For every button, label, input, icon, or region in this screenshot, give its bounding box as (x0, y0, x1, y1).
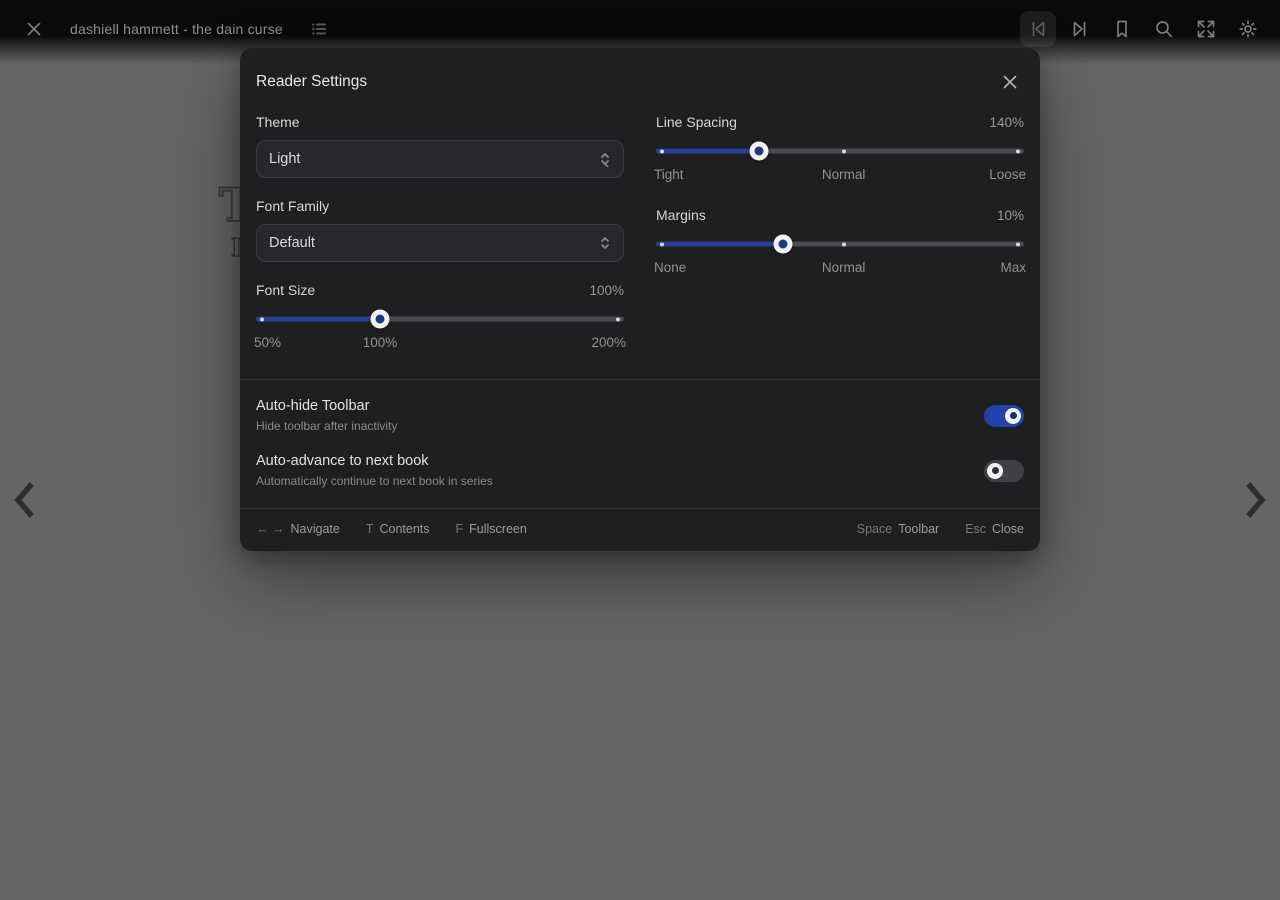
modal-close-button[interactable] (996, 68, 1024, 96)
slider-fill (656, 242, 783, 247)
slider-dot (660, 149, 664, 153)
font-size-tick-min: 50% (254, 335, 281, 350)
font-family-select[interactable]: Default (256, 224, 624, 262)
font-size-tick-mid: 100% (363, 335, 398, 350)
margins-tick-max: Max (1000, 260, 1026, 275)
chevron-right-icon (1245, 482, 1267, 518)
slider-dot (842, 149, 846, 153)
slider-dot (1016, 242, 1020, 246)
hint-key: F (456, 522, 464, 536)
skip-previous-icon (1027, 18, 1049, 40)
bookmark-button[interactable] (1104, 11, 1140, 47)
auto-advance-switch[interactable] (984, 460, 1024, 482)
slider-dot (260, 317, 264, 321)
margins-tick-min: None (654, 260, 686, 275)
search-button[interactable] (1146, 11, 1182, 47)
hint-close: Esc Close (965, 522, 1024, 536)
select-chevrons-icon (599, 235, 611, 251)
previous-book-button[interactable] (1020, 11, 1056, 47)
close-icon (1002, 74, 1018, 90)
hint-navigate: ← → Navigate (256, 522, 340, 536)
theme-label: Theme (256, 114, 624, 130)
hint-key: Esc (965, 522, 986, 536)
slider-track (656, 242, 1024, 247)
line-spacing-label: Line Spacing (656, 114, 737, 130)
margins-slider[interactable] (656, 235, 1024, 253)
slider-dot (1016, 149, 1020, 153)
font-size-slider-thumb[interactable] (371, 310, 390, 329)
font-family-label: Font Family (256, 198, 624, 214)
auto-hide-toolbar-switch[interactable] (984, 405, 1024, 427)
margins-tick-mid: Normal (822, 260, 866, 275)
search-icon (1153, 18, 1175, 40)
contents-list-icon (309, 19, 329, 39)
book-title: dashiell hammett - the dain curse (70, 21, 283, 37)
select-chevrons-icon (599, 151, 611, 167)
margins-label: Margins (656, 207, 706, 223)
keyboard-hints-footer: ← → Navigate T Contents F Fullscreen Spa… (256, 509, 1024, 551)
hint-fullscreen: F Fullscreen (456, 522, 527, 536)
reader-settings-modal: Reader Settings Theme Light Font Family … (240, 48, 1040, 551)
hint-key: ← → (256, 522, 284, 536)
next-page-arrow[interactable] (1242, 478, 1270, 522)
hint-label: Navigate (290, 522, 339, 536)
auto-hide-toolbar-title: Auto-hide Toolbar (256, 398, 397, 414)
font-size-value: 100% (589, 283, 624, 298)
settings-gear-icon (1237, 18, 1259, 40)
auto-hide-toolbar-row: Auto-hide Toolbar Hide toolbar after ina… (256, 380, 1024, 433)
slider-dot (842, 242, 846, 246)
line-spacing-tick-min: Tight (654, 167, 684, 182)
auto-advance-subtitle: Automatically continue to next book in s… (256, 474, 493, 488)
switch-knob (987, 463, 1003, 479)
font-family-selected-value: Default (269, 235, 315, 251)
close-icon (25, 20, 43, 38)
slider-fill (656, 149, 759, 154)
bookmark-icon (1111, 18, 1133, 40)
margins-value: 10% (997, 208, 1024, 223)
line-spacing-tick-mid: Normal (822, 167, 866, 182)
fullscreen-expand-icon (1195, 18, 1217, 40)
hint-key: T (366, 522, 374, 536)
slider-dot (616, 317, 620, 321)
settings-button[interactable] (1230, 11, 1266, 47)
font-size-label: Font Size (256, 282, 315, 298)
font-size-tick-max: 200% (591, 335, 626, 350)
hint-key: Space (857, 522, 892, 536)
slider-track (656, 149, 1024, 154)
skip-next-icon (1069, 18, 1091, 40)
hint-contents: T Contents (366, 522, 430, 536)
next-book-button[interactable] (1062, 11, 1098, 47)
switch-knob (1005, 408, 1021, 424)
theme-select[interactable]: Light (256, 140, 624, 178)
font-size-slider[interactable] (256, 310, 624, 328)
slider-fill (256, 317, 380, 322)
theme-selected-value: Light (269, 151, 300, 167)
auto-advance-title: Auto-advance to next book (256, 453, 493, 469)
previous-page-arrow[interactable] (10, 478, 38, 522)
hint-label: Close (992, 522, 1024, 536)
auto-hide-toolbar-subtitle: Hide toolbar after inactivity (256, 419, 397, 433)
line-spacing-tick-max: Loose (989, 167, 1026, 182)
margins-slider-thumb[interactable] (773, 235, 792, 254)
hint-toolbar: Space Toolbar (857, 522, 939, 536)
auto-advance-row: Auto-advance to next book Automatically … (256, 433, 1024, 488)
slider-track (256, 317, 624, 322)
slider-dot (660, 242, 664, 246)
hint-label: Toolbar (898, 522, 939, 536)
hint-label: Fullscreen (469, 522, 527, 536)
line-spacing-slider[interactable] (656, 142, 1024, 160)
table-of-contents-button[interactable] (301, 11, 337, 47)
line-spacing-slider-thumb[interactable] (750, 142, 769, 161)
line-spacing-value: 140% (989, 115, 1024, 130)
hint-label: Contents (379, 522, 429, 536)
close-book-button[interactable] (16, 11, 52, 47)
fullscreen-button[interactable] (1188, 11, 1224, 47)
modal-title: Reader Settings (256, 73, 367, 91)
chevron-left-icon (13, 482, 35, 518)
